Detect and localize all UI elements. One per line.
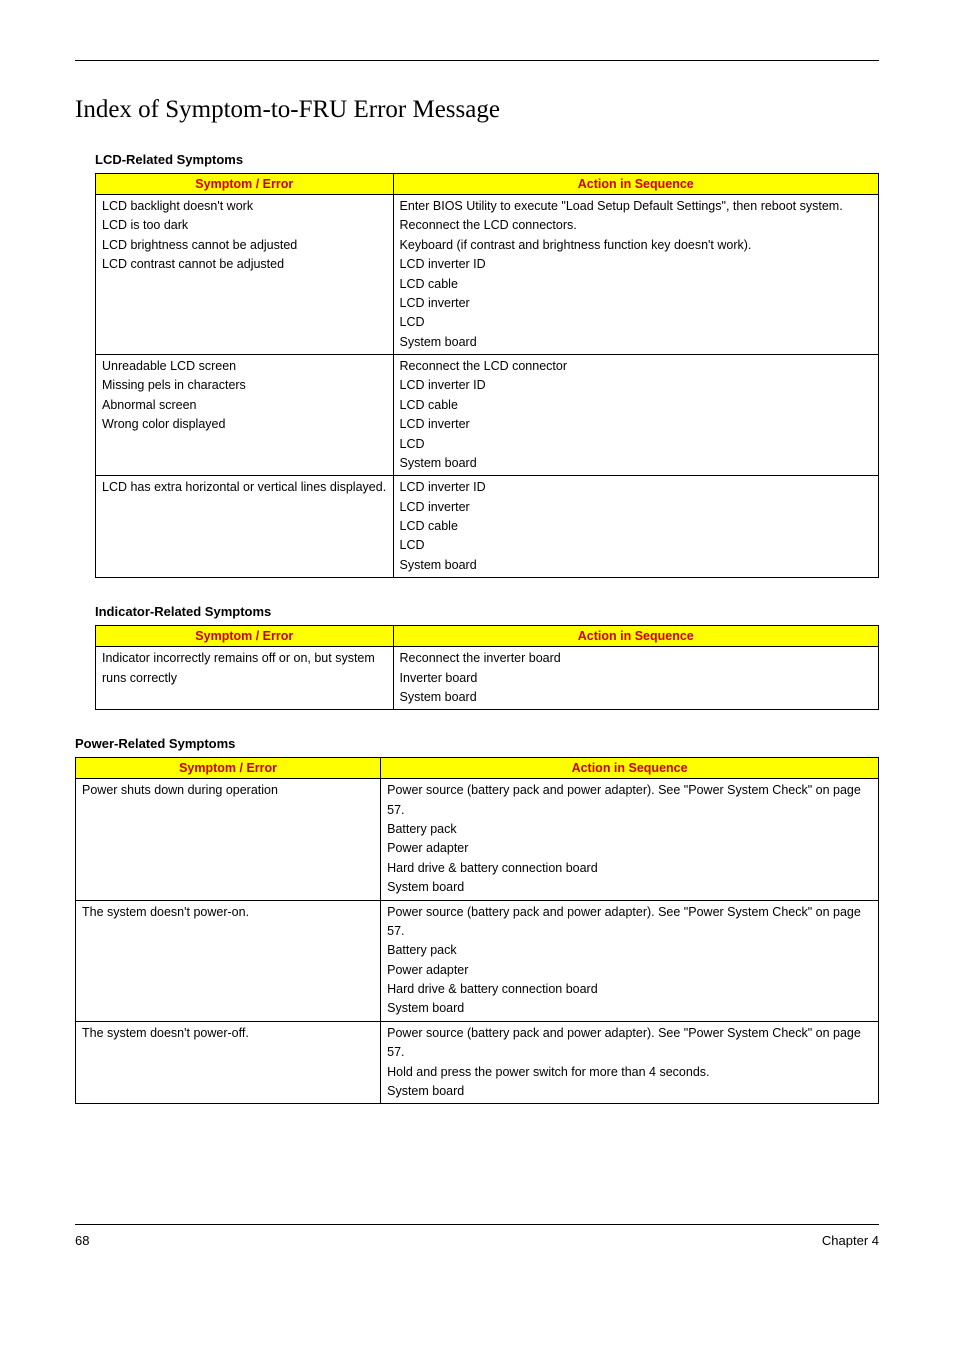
action-text: LCD cable [400,396,872,415]
action-text: LCD [400,435,872,454]
page-title: Index of Symptom-to-FRU Error Message [75,96,879,124]
symptom-text: Missing pels in characters [102,376,387,395]
action-text: Power source (battery pack and power ada… [387,781,872,820]
power-col-symptom: Symptom / Error [76,758,381,779]
action-text: LCD [400,313,872,332]
table-row: The system doesn't power-off. Power sour… [76,1021,879,1104]
action-text: Keyboard (if contrast and brightness fun… [400,236,872,255]
action-text: System board [400,333,872,352]
action-text: Reconnect the inverter board [400,649,872,668]
action-text: Power source (battery pack and power ada… [387,903,872,942]
action-text: Power adapter [387,961,872,980]
symptom-text: Indicator incorrectly remains off or on,… [102,649,387,688]
symptom-text: The system doesn't power-on. [82,903,374,922]
action-text: System board [400,556,872,575]
indicator-col-action: Action in Sequence [393,626,878,647]
lcd-col-action: Action in Sequence [393,174,878,195]
symptom-text: LCD is too dark [102,216,387,235]
action-text: LCD cable [400,517,872,536]
symptom-text: Abnormal screen [102,396,387,415]
table-row: LCD has extra horizontal or vertical lin… [96,476,879,578]
lcd-heading: LCD-Related Symptoms [95,152,879,167]
indicator-heading: Indicator-Related Symptoms [95,604,879,619]
action-text: Reconnect the LCD connectors. [400,216,872,235]
lcd-table: Symptom / Error Action in Sequence LCD b… [95,173,879,578]
lcd-col-symptom: Symptom / Error [96,174,394,195]
power-table: Symptom / Error Action in Sequence Power… [75,757,879,1104]
symptom-text: LCD backlight doesn't work [102,197,387,216]
table-row: LCD backlight doesn't work LCD is too da… [96,195,879,355]
symptom-text: Unreadable LCD screen [102,357,387,376]
table-row: Power shuts down during operation Power … [76,779,879,900]
action-text: System board [400,688,872,707]
action-text: Enter BIOS Utility to execute "Load Setu… [400,197,872,216]
indicator-table: Symptom / Error Action in Sequence Indic… [95,625,879,710]
action-text: System board [387,999,872,1018]
power-col-action: Action in Sequence [381,758,879,779]
action-text: LCD inverter [400,498,872,517]
bottom-rule [75,1224,879,1225]
page-number: 68 [75,1233,89,1248]
action-text: LCD inverter ID [400,255,872,274]
power-heading: Power-Related Symptoms [75,736,879,751]
action-text: System board [387,878,872,897]
action-text: Hard drive & battery connection board [387,859,872,878]
indicator-col-symptom: Symptom / Error [96,626,394,647]
action-text: Inverter board [400,669,872,688]
action-text: Power source (battery pack and power ada… [387,1024,872,1063]
action-text: LCD [400,536,872,555]
action-text: Battery pack [387,820,872,839]
symptom-text: LCD has extra horizontal or vertical lin… [102,478,387,497]
action-text: Hold and press the power switch for more… [387,1063,872,1082]
action-text: LCD cable [400,275,872,294]
action-text: Power adapter [387,839,872,858]
table-row: Unreadable LCD screen Missing pels in ch… [96,355,879,476]
top-rule [75,60,879,61]
action-text: Reconnect the LCD connector [400,357,872,376]
table-row: Indicator incorrectly remains off or on,… [96,647,879,710]
action-text: Battery pack [387,941,872,960]
symptom-text: The system doesn't power-off. [82,1024,374,1043]
action-text: LCD inverter ID [400,376,872,395]
symptom-text: Power shuts down during operation [82,781,374,800]
symptom-text: LCD contrast cannot be adjusted [102,255,387,274]
table-row: The system doesn't power-on. Power sourc… [76,900,879,1021]
symptom-text: Wrong color displayed [102,415,387,434]
action-text: LCD inverter [400,294,872,313]
symptom-text: LCD brightness cannot be adjusted [102,236,387,255]
action-text: System board [400,454,872,473]
chapter-label: Chapter 4 [822,1233,879,1248]
action-text: LCD inverter [400,415,872,434]
action-text: LCD inverter ID [400,478,872,497]
action-text: System board [387,1082,872,1101]
action-text: Hard drive & battery connection board [387,980,872,999]
page-footer: 68 Chapter 4 [75,1233,879,1248]
